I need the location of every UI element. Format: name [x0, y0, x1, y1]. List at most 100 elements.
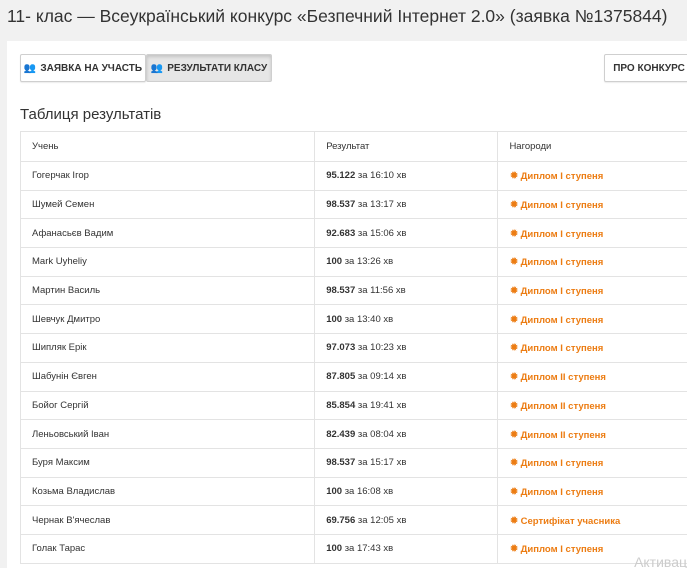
sun-icon: ✹ — [509, 342, 519, 355]
table-row: Буря Максим 98.537 за 15:17 хв ✹ Диплом I с… — [19, 447, 687, 478]
result-time: за 16:08 хв — [344, 485, 394, 497]
result-time: за 13:40 хв — [344, 313, 394, 325]
award-cell[interactable]: ✹ Диплом I ступеня — [497, 218, 687, 249]
student-name: Шипляк Ерік — [19, 333, 316, 363]
result-time: за 19:41 хв — [357, 399, 407, 411]
sun-icon: ✹ — [509, 199, 519, 212]
sun-icon: ✹ — [509, 170, 519, 183]
award-label[interactable]: Диплом I ступеня — [521, 229, 604, 240]
result-time: за 17:43 хв — [344, 543, 394, 555]
results-button-label: РЕЗУЛЬТАТИ КЛАСУ — [167, 62, 268, 74]
award-label[interactable]: Диплом I ступеня — [521, 171, 604, 182]
result-time: за 13:17 хв — [357, 199, 407, 211]
result-time: за 15:17 хв — [357, 457, 407, 469]
sun-icon: ✹ — [509, 457, 519, 470]
column-header-result: Результат — [314, 131, 499, 162]
award-label[interactable]: Сертифікат учасника — [521, 516, 621, 527]
award-label[interactable]: Диплом II ступеня — [521, 372, 606, 383]
result-score: 100 — [326, 256, 343, 268]
result-cell: 85.854 за 19:41 хв — [314, 390, 499, 421]
table-row: Мартин Василь 98.537 за 11:56 хв ✹ Диплом I… — [19, 275, 687, 306]
result-time: за 16:10 хв — [357, 170, 407, 182]
apply-button[interactable]: 👥 ЗАЯВКА НА УЧАСТЬ — [20, 54, 146, 82]
page-title: 11- клас — Всеукраїнський конкурс «Безпе… — [7, 6, 668, 26]
result-cell: 98.537 за 15:17 хв — [314, 447, 499, 478]
result-cell: 92.683 за 15:06 хв — [314, 218, 499, 249]
award-label[interactable]: Диплом I ступеня — [521, 487, 604, 498]
sun-icon: ✹ — [509, 313, 519, 326]
award-label[interactable]: Диплом I ступеня — [521, 286, 604, 297]
award-cell[interactable]: ✹ Диплом I ступеня — [497, 275, 687, 306]
award-cell[interactable]: ✹ Диплом I ступеня — [497, 247, 687, 277]
student-name: Буря Максим — [19, 447, 316, 478]
result-cell: 95.122 за 16:10 хв — [314, 161, 499, 191]
table-row: Шипляк Ерік 97.073 за 10:23 хв ✹ Диплом I с… — [19, 333, 687, 363]
result-score: 98.537 — [326, 285, 356, 297]
result-score: 69.756 — [326, 514, 356, 526]
column-header-awards: Нагороди — [497, 131, 687, 162]
result-score: 87.805 — [326, 371, 356, 383]
student-name: Леньовський Іван — [19, 419, 316, 449]
award-cell[interactable]: ✹ Диплом I ступеня — [497, 304, 687, 335]
result-cell: 87.805 за 09:14 хв — [314, 361, 499, 392]
result-score: 82.439 — [326, 428, 356, 440]
result-score: 92.683 — [326, 227, 356, 239]
result-score: 98.537 — [326, 457, 356, 469]
main-panel: 👥 ЗАЯВКА НА УЧАСТЬ 👥 РЕЗУЛЬТАТИ КЛАСУ ПР… — [7, 41, 687, 568]
activation-watermark: Активац — [634, 554, 687, 568]
table-header-row: Учень Результат Нагороди — [19, 131, 687, 162]
award-cell[interactable]: ✹ Диплом I ступеня — [497, 161, 687, 191]
table-row: Афанасьєв Вадим 92.683 за 15:06 хв ✹ Диплом… — [19, 218, 687, 249]
award-label[interactable]: Диплом I ступеня — [521, 315, 604, 326]
student-name: Шевчук Дмитро — [19, 304, 316, 335]
award-cell[interactable]: ✹ Диплом II ступеня — [497, 361, 687, 392]
award-cell[interactable]: ✹ Диплом II ступеня — [497, 390, 687, 421]
sun-icon: ✹ — [509, 285, 519, 298]
table-body: Гогерчак Ігор 95.122 за 16:10 хв ✹ Диплом I… — [19, 161, 687, 564]
result-score: 97.073 — [326, 342, 356, 354]
award-label[interactable]: Диплом I ступеня — [521, 544, 604, 555]
award-label[interactable]: Диплом I ступеня — [521, 343, 604, 354]
award-label[interactable]: Диплом II ступеня — [521, 401, 606, 412]
award-cell[interactable]: ✹ Диплом I ступеня — [497, 189, 687, 220]
award-label[interactable]: Диплом II ступеня — [521, 430, 606, 441]
sun-icon: ✹ — [509, 485, 519, 498]
award-label[interactable]: Диплом I ступеня — [521, 200, 604, 211]
apply-button-label: ЗАЯВКА НА УЧАСТЬ — [40, 62, 143, 74]
table-row: Шевчук Дмитро 100 за 13:40 хв ✹ Диплом I ст… — [19, 304, 687, 335]
result-time: за 12:05 хв — [357, 514, 407, 526]
column-header-student: Учень — [19, 131, 316, 162]
sun-icon: ✹ — [509, 543, 519, 556]
student-name: Шумей Семен — [19, 189, 316, 220]
award-label[interactable]: Диплом I ступеня — [521, 458, 604, 469]
result-score: 100 — [326, 313, 343, 325]
result-score: 100 — [326, 543, 343, 555]
award-label[interactable]: Диплом I ступеня — [521, 257, 604, 268]
result-score: 100 — [326, 485, 343, 497]
award-cell[interactable]: ✹ Диплом I ступеня — [497, 476, 687, 507]
table-row: Mark Uyheliy 100 за 13:26 хв ✹ Диплом I сту… — [19, 247, 687, 277]
student-name: Бойог Сергій — [19, 390, 316, 421]
table-row: Шумей Семен 98.537 за 13:17 хв ✹ Диплом I с… — [19, 189, 687, 220]
award-cell[interactable]: ✹ Диплом I ступеня — [497, 333, 687, 363]
student-name: Козьма Владислав — [19, 476, 316, 507]
sun-icon: ✹ — [509, 428, 519, 441]
about-button-label: ПРО КОНКУРС — [613, 62, 685, 74]
award-cell[interactable]: ✹ Диплом II ступеня — [497, 419, 687, 449]
result-cell: 69.756 за 12:05 хв — [314, 505, 499, 535]
result-time: за 13:26 хв — [344, 256, 394, 268]
student-name: Мартин Василь — [19, 275, 316, 306]
student-name: Шабунін Євген — [19, 361, 316, 392]
result-time: за 09:14 хв — [357, 371, 407, 383]
award-cell[interactable]: ✹ Диплом I ступеня — [497, 447, 687, 478]
result-cell: 100 за 16:08 хв — [314, 476, 499, 507]
result-time: за 10:23 хв — [357, 342, 407, 354]
table-row: Голак Тарас 100 за 17:43 хв ✹ Диплом I ступ… — [19, 533, 687, 564]
result-cell: 97.073 за 10:23 хв — [314, 333, 499, 363]
results-button[interactable]: 👥 РЕЗУЛЬТАТИ КЛАСУ — [146, 54, 272, 82]
award-cell[interactable]: ✹ Сертифікат учасника — [497, 505, 687, 535]
about-button[interactable]: ПРО КОНКУРС — [604, 54, 687, 82]
result-score: 95.122 — [326, 170, 356, 182]
student-name: Голак Тарас — [19, 533, 316, 564]
sun-icon: ✹ — [509, 256, 519, 269]
